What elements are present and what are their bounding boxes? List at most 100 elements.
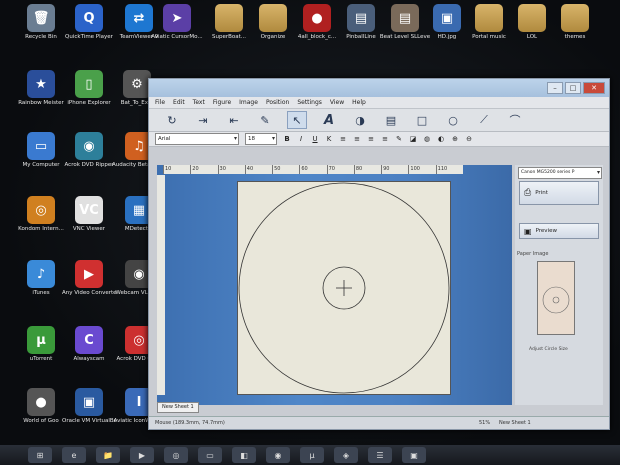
menu-image[interactable]: Image bbox=[239, 97, 258, 108]
desktop-icon[interactable]: themes bbox=[548, 4, 602, 41]
desktop-icon[interactable]: ▭ My Computer bbox=[14, 132, 68, 169]
preview-button[interactable]: ▣ Preview bbox=[519, 223, 599, 239]
rectangle-tool-icon[interactable]: □ bbox=[413, 112, 431, 128]
taskbar-button[interactable]: ☰ bbox=[368, 447, 392, 463]
document-icon[interactable]: ▤ bbox=[382, 112, 400, 128]
menu-text[interactable]: Text bbox=[193, 97, 205, 108]
desktop-icon[interactable]: C Alwayscam bbox=[62, 326, 116, 363]
text-tool-icon[interactable]: A bbox=[320, 112, 338, 128]
minimize-button[interactable]: – bbox=[547, 82, 563, 94]
desktop-icon-label: Recycle Bin bbox=[25, 34, 57, 40]
arc-tool-icon[interactable]: ⌒ bbox=[506, 112, 524, 128]
desktop-icon-label: Acrok DVD Ripper bbox=[64, 162, 114, 168]
ruler-tick: 90 bbox=[381, 165, 408, 174]
desktop-icon-label: iTunes bbox=[32, 290, 50, 296]
desktop-icon[interactable]: 🗑 Recycle Bin bbox=[14, 4, 68, 41]
align-right-icon[interactable]: ≡ bbox=[367, 135, 375, 143]
zoom-in-icon[interactable]: ⊕ bbox=[451, 135, 459, 143]
pen-icon[interactable]: ✎ bbox=[395, 135, 403, 143]
menu-file[interactable]: File bbox=[155, 97, 165, 108]
desktop-icon[interactable]: µ uTorrent bbox=[14, 326, 68, 363]
zoom-out-icon[interactable]: ⊖ bbox=[465, 135, 473, 143]
italic-button[interactable]: I bbox=[297, 135, 305, 143]
desktop-icon-label: Any Video Converter... bbox=[62, 290, 116, 296]
desktop-icon[interactable]: VC VNC Viewer bbox=[62, 196, 116, 233]
forward-icon[interactable]: ⇥ bbox=[194, 112, 212, 128]
desktop-icon[interactable]: ➤ Aviatic CursorMo... bbox=[150, 4, 204, 41]
taskbar-button[interactable]: ▶ bbox=[130, 447, 154, 463]
justify-icon[interactable]: ≡ bbox=[381, 135, 389, 143]
desktop-icon[interactable]: ◉ Acrok DVD Ripper bbox=[62, 132, 116, 169]
taskbar-button[interactable]: ◧ bbox=[232, 447, 256, 463]
utorrent-icon: µ bbox=[27, 326, 55, 354]
title-bar[interactable]: – □ ✕ bbox=[149, 79, 609, 97]
fill-icon[interactable]: ◍ bbox=[423, 135, 431, 143]
desktop-icon[interactable]: Q QuickTime Player bbox=[62, 4, 116, 41]
underline-button[interactable]: U bbox=[311, 135, 319, 143]
paint-brush-icon[interactable]: ✎ bbox=[256, 112, 274, 128]
desktop-icon-label: VNC Viewer bbox=[72, 226, 106, 232]
video-converter-icon: ▶ bbox=[75, 260, 103, 288]
menu-edit[interactable]: Edit bbox=[173, 97, 185, 108]
menu-settings[interactable]: Settings bbox=[297, 97, 322, 108]
menu-help[interactable]: Help bbox=[352, 97, 366, 108]
menu-figure[interactable]: Figure bbox=[213, 97, 231, 108]
printer-select[interactable]: Canon MG5200 series P bbox=[518, 167, 602, 179]
desktop-icon-label: Aviatic CursorMo... bbox=[151, 34, 203, 40]
mouse-position: Mouse (189.3mm, 74.7mm) bbox=[155, 420, 225, 426]
font-size-select[interactable]: 18 bbox=[245, 133, 277, 145]
desktop-icon[interactable]: ▣ Oracle VM VirtualBox bbox=[62, 388, 116, 425]
align-left-icon[interactable]: ≡ bbox=[339, 135, 347, 143]
image-tool-icon[interactable]: ◑ bbox=[351, 112, 369, 128]
strike-button[interactable]: K bbox=[325, 135, 333, 143]
shadow-icon[interactable]: ◐ bbox=[437, 135, 445, 143]
label-paper[interactable] bbox=[237, 181, 451, 395]
taskbar-button[interactable]: ▣ bbox=[402, 447, 426, 463]
menu-position[interactable]: Position bbox=[266, 97, 289, 108]
taskbar-button[interactable]: µ bbox=[300, 447, 324, 463]
pointer-tool-icon[interactable]: ↖ bbox=[287, 111, 307, 129]
adjust-circle-label[interactable]: Adjust Circle Size bbox=[529, 347, 568, 352]
taskbar-button[interactable]: ⊞ bbox=[28, 447, 52, 463]
desktop-icon-label: World of Goo bbox=[23, 418, 59, 424]
taskbar-button[interactable]: ◎ bbox=[164, 447, 188, 463]
maximize-button[interactable]: □ bbox=[565, 82, 581, 94]
desktop-icon[interactable]: ▯ iPhone Explorer bbox=[62, 70, 116, 107]
globe-icon: ◎ bbox=[27, 196, 55, 224]
close-button[interactable]: ✕ bbox=[583, 82, 605, 94]
zoom-level: 51% bbox=[479, 420, 491, 426]
preview-icon: ▣ bbox=[524, 226, 532, 236]
paper-image-preview bbox=[537, 261, 575, 335]
desktop-icon[interactable]: ▶ Any Video Converter... bbox=[62, 260, 116, 297]
taskbar-button[interactable]: 📁 bbox=[96, 447, 120, 463]
taskbar: ⊞ e 📁 ▶ ◎ ▭ ◧ ◉ µ ◈ ☰ ▣ bbox=[0, 445, 620, 465]
gear-icon: ⚙ bbox=[123, 70, 151, 98]
virtualbox-icon: ▣ bbox=[75, 388, 103, 416]
backward-icon[interactable]: ⇤ bbox=[225, 112, 243, 128]
line-tool-icon[interactable]: ⟋ bbox=[475, 112, 493, 128]
desktop-icon-label: iPhone Explorer bbox=[67, 100, 111, 106]
bold-button[interactable]: B bbox=[283, 135, 291, 143]
taskbar-button[interactable]: e bbox=[62, 447, 86, 463]
print-button[interactable]: ⎙ Print bbox=[519, 181, 599, 205]
menu-view[interactable]: View bbox=[330, 97, 344, 108]
rotate-icon[interactable]: ↻ bbox=[163, 112, 181, 128]
dvd-icon: ◉ bbox=[75, 132, 103, 160]
cursor-icon: ➤ bbox=[163, 4, 191, 32]
desktop-icon[interactable]: ♪ iTunes bbox=[14, 260, 68, 297]
align-center-icon[interactable]: ≡ bbox=[353, 135, 361, 143]
desktop-icon[interactable]: ◎ Kondom Intern... bbox=[14, 196, 68, 233]
desktop-icon-label: My Computer bbox=[22, 162, 60, 168]
font-name-select[interactable]: Arial bbox=[155, 133, 239, 145]
taskbar-button[interactable]: ▭ bbox=[198, 447, 222, 463]
taskbar-button[interactable]: ◉ bbox=[266, 447, 290, 463]
recycle-bin-icon: 🗑 bbox=[27, 4, 55, 32]
desktop-icon-label: uTorrent bbox=[29, 356, 53, 362]
design-canvas[interactable]: 10 20 30 40 50 60 70 80 90 100 110 bbox=[157, 165, 512, 405]
taskbar-button[interactable]: ◈ bbox=[334, 447, 358, 463]
sheet-tab[interactable]: New Sheet 1 bbox=[157, 402, 199, 413]
paint-icon[interactable]: ◪ bbox=[409, 135, 417, 143]
desktop-icon[interactable]: ● World of Goo bbox=[14, 388, 68, 425]
ellipse-tool-icon[interactable]: ○ bbox=[444, 112, 462, 128]
desktop-icon[interactable]: ★ Rainbow Meister bbox=[14, 70, 68, 107]
